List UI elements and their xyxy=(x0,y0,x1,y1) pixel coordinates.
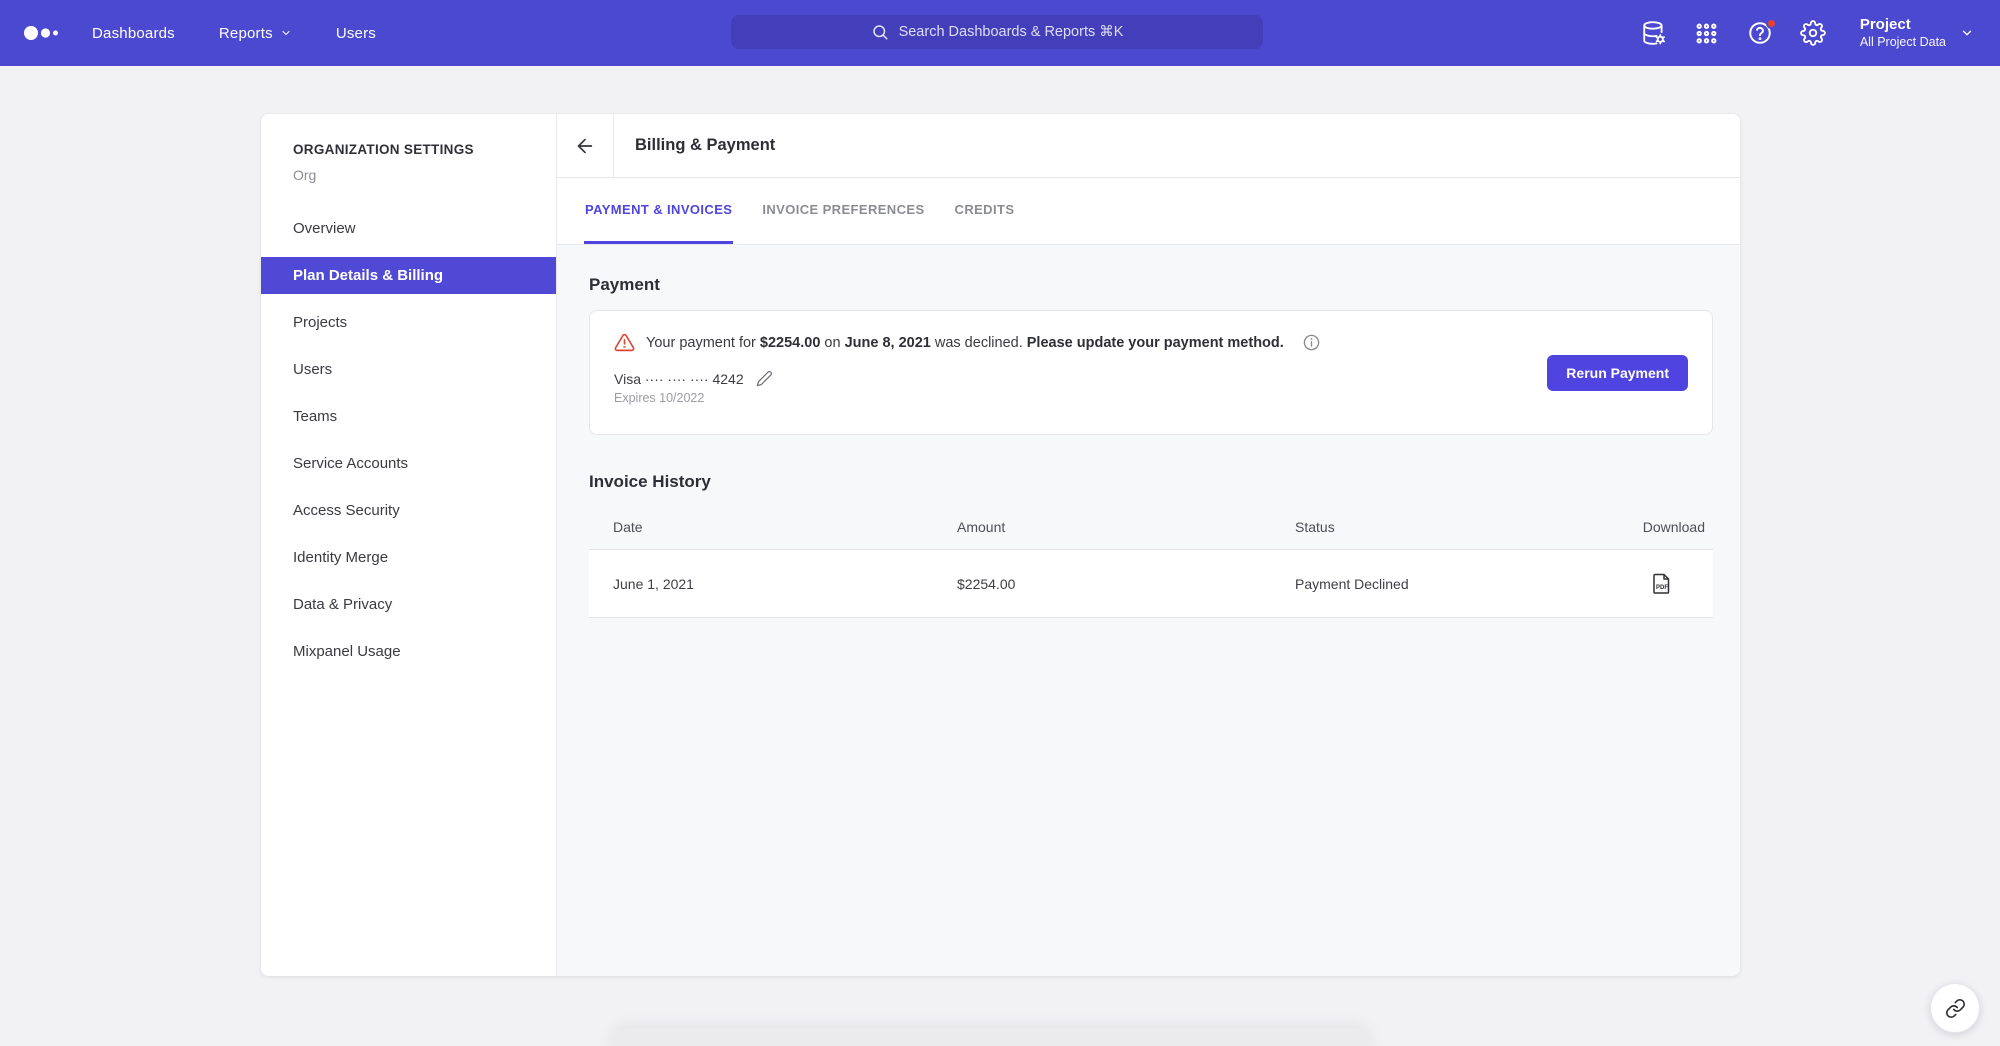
back-button[interactable] xyxy=(557,114,614,177)
nav-link-label: Dashboards xyxy=(92,25,175,42)
sidebar-item-data-privacy[interactable]: Data & Privacy xyxy=(261,581,556,628)
help-icon[interactable] xyxy=(1746,19,1774,47)
org-settings-panel: ORGANIZATION SETTINGS Org Overview Plan … xyxy=(261,114,1740,976)
sidebar-item-projects[interactable]: Projects xyxy=(261,299,556,346)
bottom-ghost-panel xyxy=(612,1028,1370,1046)
invoice-row: June 1, 2021 $2254.00 Payment Declined P… xyxy=(589,550,1713,618)
nav-link-label: Reports xyxy=(219,25,273,42)
top-navbar: Dashboards Reports Users Search Dashboar… xyxy=(0,0,2000,66)
sidebar-item-users[interactable]: Users xyxy=(261,346,556,393)
chevron-down-icon xyxy=(280,27,292,39)
global-search-input[interactable]: Search Dashboards & Reports ⌘K xyxy=(731,15,1263,49)
nav-link-label: Users xyxy=(336,25,376,42)
invoice-amount: $2254.00 xyxy=(957,576,1295,592)
project-selector[interactable]: Project All Project Data xyxy=(1860,16,1974,50)
column-header-date: Date xyxy=(589,519,957,535)
mixpanel-logo-icon[interactable] xyxy=(24,25,62,41)
edit-payment-method-icon[interactable] xyxy=(756,370,773,387)
card-number-label: Visa ···· ···· ···· 4242 xyxy=(614,371,744,387)
sidebar-item-identity-merge[interactable]: Identity Merge xyxy=(261,534,556,581)
warning-triangle-icon xyxy=(614,332,635,353)
org-settings-sidebar: ORGANIZATION SETTINGS Org Overview Plan … xyxy=(261,114,557,976)
column-header-status: Status xyxy=(1295,519,1583,535)
nav-link-reports[interactable]: Reports xyxy=(219,25,292,42)
search-placeholder: Search Dashboards & Reports ⌘K xyxy=(899,24,1124,40)
sidebar-item-teams[interactable]: Teams xyxy=(261,393,556,440)
column-header-download: Download xyxy=(1583,519,1713,535)
project-value: All Project Data xyxy=(1860,34,1946,50)
card-expiry-label: Expires 10/2022 xyxy=(614,391,1688,405)
settings-gear-icon[interactable] xyxy=(1799,19,1827,47)
tab-credits[interactable]: CREDITS xyxy=(954,178,1016,244)
download-pdf-button[interactable]: PDF xyxy=(1583,573,1713,594)
sidebar-item-plan-details-billing[interactable]: Plan Details & Billing xyxy=(261,257,556,294)
nav-link-users[interactable]: Users xyxy=(336,25,376,42)
sidebar-item-mixpanel-usage[interactable]: Mixpanel Usage xyxy=(261,628,556,675)
page-title: Billing & Payment xyxy=(614,136,775,155)
tab-payment-invoices[interactable]: PAYMENT & INVOICES xyxy=(584,178,733,244)
invoice-table-header: Date Amount Status Download xyxy=(589,505,1713,550)
sidebar-org-name: Org xyxy=(293,167,524,183)
invoice-status: Payment Declined xyxy=(1295,576,1583,592)
sidebar-item-access-security[interactable]: Access Security xyxy=(261,487,556,534)
info-icon[interactable] xyxy=(1302,333,1321,352)
sidebar-item-service-accounts[interactable]: Service Accounts xyxy=(261,440,556,487)
link-icon xyxy=(1945,998,1966,1019)
payment-declined-message: Your payment for $2254.00 on June 8, 202… xyxy=(646,335,1284,351)
sidebar-title: ORGANIZATION SETTINGS xyxy=(293,142,524,157)
arrow-left-icon xyxy=(574,135,596,157)
invoice-history-title: Invoice History xyxy=(589,472,1713,492)
project-label: Project xyxy=(1860,16,1946,34)
invoice-table: Date Amount Status Download June 1, 2021… xyxy=(589,505,1713,618)
search-icon xyxy=(871,23,889,41)
billing-tabs: PAYMENT & INVOICES INVOICE PREFERENCES C… xyxy=(557,178,1740,245)
payment-section-title: Payment xyxy=(589,275,1713,295)
chevron-down-icon xyxy=(1960,26,1974,40)
invoice-date: June 1, 2021 xyxy=(589,576,957,592)
nav-link-dashboards[interactable]: Dashboards xyxy=(92,25,175,42)
sidebar-item-overview[interactable]: Overview xyxy=(261,205,556,252)
notification-badge xyxy=(1766,18,1777,29)
tab-invoice-preferences[interactable]: INVOICE PREFERENCES xyxy=(761,178,925,244)
copy-link-button[interactable] xyxy=(1930,983,1980,1033)
data-management-icon[interactable] xyxy=(1640,19,1668,47)
column-header-amount: Amount xyxy=(957,519,1295,535)
apps-grid-icon[interactable] xyxy=(1693,19,1721,47)
pdf-file-icon: PDF xyxy=(1652,573,1671,594)
page-header: Billing & Payment xyxy=(557,114,1740,178)
svg-text:PDF: PDF xyxy=(1656,585,1668,591)
payment-method-card: Your payment for $2254.00 on June 8, 202… xyxy=(589,310,1713,435)
rerun-payment-button[interactable]: Rerun Payment xyxy=(1547,355,1688,391)
